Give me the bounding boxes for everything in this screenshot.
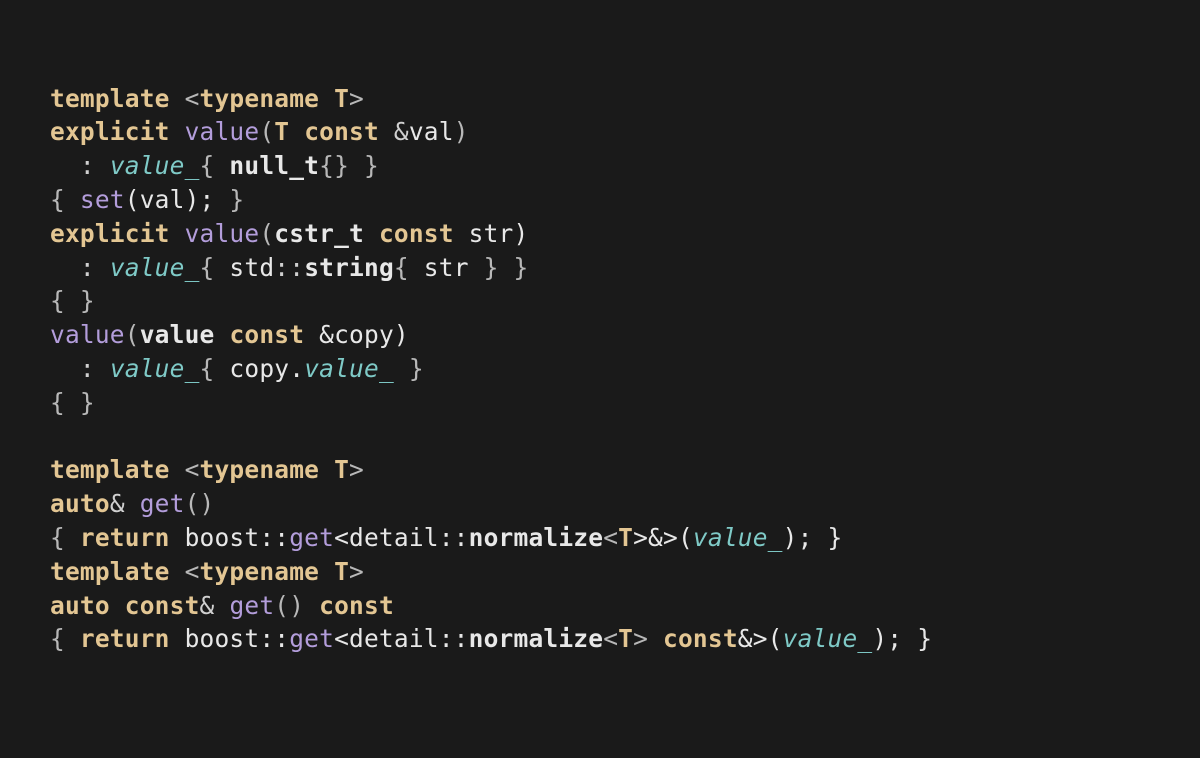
angle-close: > [349,455,364,484]
angle-open: < [603,624,618,653]
kw-return: return [80,624,170,653]
member-value: value_ [304,354,394,383]
type-value: value [140,320,215,349]
kw-const: const [304,117,379,146]
args-val: (val); [125,185,215,214]
type-null-t: null_t [229,151,319,180]
kw-typename: typename [200,557,320,586]
brace-open: { [200,253,215,282]
member-value: value_ [110,253,200,282]
paren-open: ( [125,320,140,349]
type-T: T [274,117,289,146]
brace-open: { [200,151,215,180]
angle-open: < [185,455,200,484]
scope: :: [274,253,304,282]
type-string: string [304,253,394,282]
tpl-close: &>( [738,624,783,653]
ns-std: std [229,253,274,282]
ctor-value: value [50,320,125,349]
tpl-detail: <detail:: [334,624,469,653]
brace-open: { [50,523,65,552]
type-T: T [334,84,349,113]
kw-const: const [229,320,304,349]
fn-boost-get: get [289,624,334,653]
member-value: value_ [693,523,783,552]
stmt-end: ); } [783,523,843,552]
param-copy: &copy) [319,320,409,349]
amp: & [394,117,409,146]
ctor-value: value [185,219,260,248]
kw-explicit: explicit [50,117,170,146]
paren-open: ( [259,219,274,248]
member-value: value_ [110,151,200,180]
fn-boost-get: get [289,523,334,552]
type-T: T [334,557,349,586]
brace-close: } [364,151,379,180]
colon: : [80,253,95,282]
ns-boost: boost:: [185,624,290,653]
kw-auto: auto [50,591,110,620]
colon: : [80,354,95,383]
stmt-end: ); } [872,624,932,653]
tpl-detail: <detail:: [334,523,469,552]
param-str: str) [469,219,529,248]
angle-close: > [633,624,648,653]
type-normalize: normalize [469,624,604,653]
kw-return: return [80,523,170,552]
kw-template: template [50,557,170,586]
empty-body: { } [50,388,95,417]
brace-open: { [50,185,65,214]
fn-set: set [80,185,125,214]
ctor-value: value [185,117,260,146]
kw-template: template [50,455,170,484]
member-value: value_ [783,624,873,653]
angle-close: > [349,557,364,586]
brace-close: } [409,354,424,383]
arg-str: str [424,253,469,282]
angle-open: < [185,84,200,113]
kw-const: const [125,591,200,620]
colon: : [80,151,95,180]
braces-close: } } [484,253,529,282]
angle-close: > [349,84,364,113]
angle-open: < [603,523,618,552]
param-val: val [409,117,454,146]
kw-const: const [379,219,454,248]
paren-close: ) [454,117,469,146]
kw-const: const [319,591,394,620]
code-block: template <typename T> explicit value(T c… [50,82,1200,657]
type-T: T [618,624,633,653]
parens: () [185,489,215,518]
brace-close: } [229,185,244,214]
type-normalize: normalize [469,523,604,552]
expr-copy: copy. [229,354,304,383]
amp: & [110,489,125,518]
brace-open: { [50,624,65,653]
kw-const: const [663,624,738,653]
kw-auto: auto [50,489,110,518]
kw-typename: typename [200,84,320,113]
kw-template: template [50,84,170,113]
fn-get: get [229,591,274,620]
brace-open: { [200,354,215,383]
tpl-close: >&>( [633,523,693,552]
member-value: value_ [110,354,200,383]
ns-boost: boost:: [185,523,290,552]
kw-explicit: explicit [50,219,170,248]
type-T: T [618,523,633,552]
angle-open: < [185,557,200,586]
parens: () [274,591,304,620]
kw-typename: typename [200,455,320,484]
type-T: T [334,455,349,484]
empty-body: { } [50,286,95,315]
paren-open: ( [259,117,274,146]
type-cstr-t: cstr_t [274,219,364,248]
brace-open: { [394,253,409,282]
fn-get: get [140,489,185,518]
braces: {} [319,151,349,180]
amp: & [200,591,215,620]
